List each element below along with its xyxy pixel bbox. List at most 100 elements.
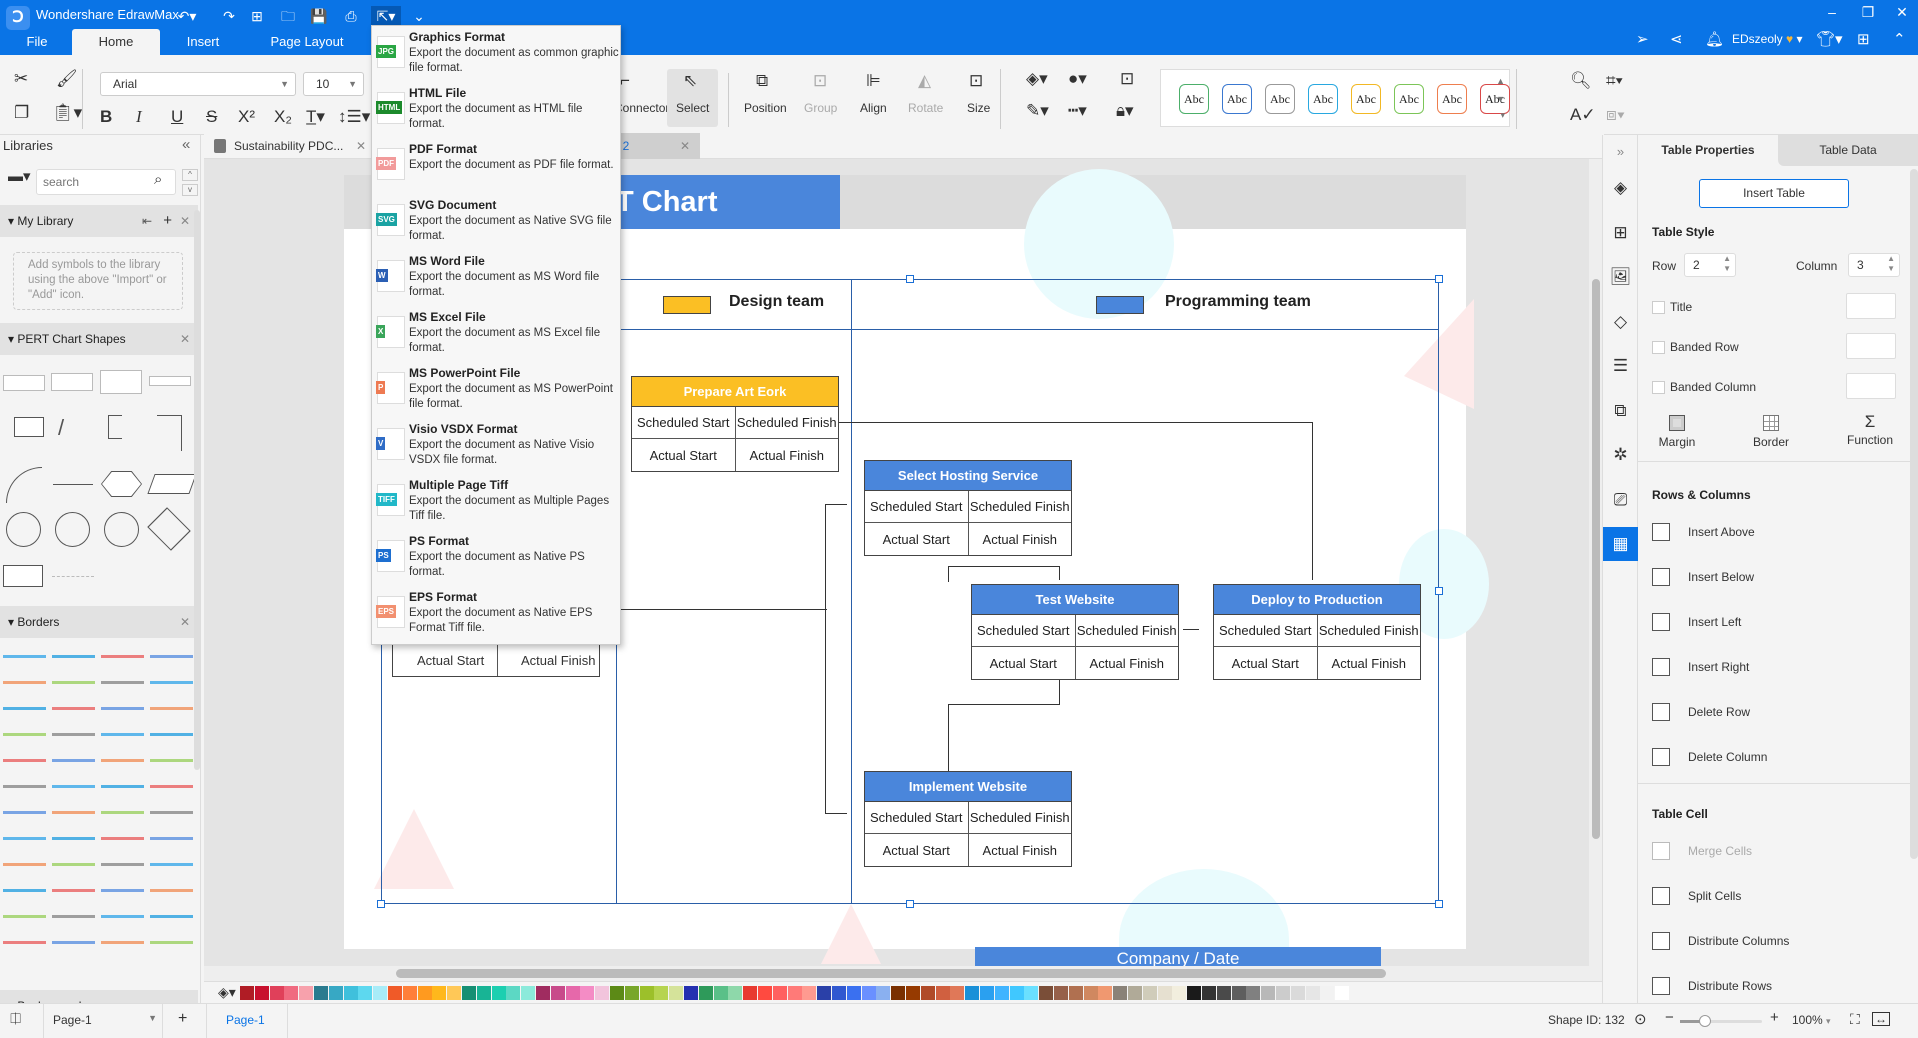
doc-tab-sustainability[interactable]: Sustainability PDC... ✕ [204, 133, 372, 159]
color-swatch[interactable] [1128, 986, 1142, 1000]
banded-column-color-picker[interactable] [1846, 373, 1896, 399]
close-button[interactable]: ✕ [1890, 4, 1914, 24]
border-button[interactable]: Border [1746, 415, 1796, 449]
color-swatch[interactable] [743, 986, 758, 1000]
border-shape[interactable] [52, 889, 95, 892]
tab-table-data[interactable]: Table Data [1778, 135, 1918, 166]
spell-check-icon[interactable]: A✓ [1570, 105, 1596, 125]
scroll-down-icon[interactable]: v [182, 184, 198, 196]
color-swatch[interactable] [506, 986, 521, 1000]
color-swatch[interactable] [240, 986, 254, 1000]
print-icon[interactable]: ⎙ [340, 6, 362, 26]
border-shape[interactable] [52, 941, 95, 944]
paste-icon[interactable]: 📋︎▾ [52, 103, 82, 123]
style-sample-3[interactable]: Abc [1265, 84, 1295, 114]
insert-left-button[interactable]: Insert Left [1652, 611, 1902, 635]
color-swatch[interactable] [728, 986, 743, 1000]
pert-node-deploy[interactable]: Deploy to Production Scheduled Start Sche… [1213, 584, 1421, 680]
border-shape[interactable] [3, 837, 46, 840]
cell-actual-start[interactable]: Actual Start [865, 834, 968, 866]
border-shape[interactable] [101, 759, 144, 762]
presentation-icon[interactable]: ⎚ [1603, 483, 1638, 517]
border-shape[interactable] [52, 655, 95, 658]
border-shape[interactable] [150, 759, 193, 762]
undo-icon[interactable]: ↶▾ [176, 6, 198, 26]
distribute-columns-button[interactable]: Distribute Columns [1652, 930, 1902, 954]
shape-arc[interactable] [6, 467, 42, 503]
align-button[interactable]: Align [860, 101, 887, 115]
distribute-rows-button[interactable]: Distribute Rows [1652, 975, 1902, 999]
shape-diamond[interactable] [147, 507, 191, 551]
export-item-graphics-format[interactable]: JPG Graphics Format Export the document as… [372, 26, 620, 82]
font-size-select[interactable]: 10 ▼ [303, 72, 364, 96]
gallery-up-icon[interactable]: ▲ [1496, 76, 1505, 86]
page-view-icon[interactable]: ⎅ [10, 1010, 21, 1027]
color-swatch[interactable] [550, 986, 565, 1000]
cell-scheduled-start[interactable]: Scheduled Start [972, 615, 1075, 646]
color-swatch[interactable] [1216, 986, 1231, 1000]
shape-rectangle[interactable] [3, 565, 43, 587]
export-item-ms-powerpoint-file[interactable]: P MS PowerPoint File Export the document a… [372, 362, 620, 418]
library-manager-icon[interactable]: ▬▾ [8, 167, 31, 185]
underline-icon[interactable]: U [171, 107, 183, 127]
border-shape[interactable] [3, 707, 46, 710]
cell-scheduled-finish[interactable]: Scheduled Finish [734, 407, 839, 438]
export-item-multiple-page-tiff[interactable]: TIFF Multiple Page Tiff Export the documen… [372, 474, 620, 530]
border-shape[interactable] [52, 681, 95, 684]
connector-icon[interactable]: ⌐ [620, 71, 630, 91]
cell-scheduled-start[interactable]: Scheduled Start [632, 407, 735, 438]
style-sample-7[interactable]: Abc [1437, 84, 1467, 114]
horizontal-scrollbar[interactable] [204, 966, 1589, 981]
border-shape[interactable] [101, 707, 144, 710]
border-shape[interactable] [101, 915, 144, 918]
pert-node-test-website[interactable]: Test Website Scheduled Start Scheduled Fi… [971, 584, 1179, 680]
color-swatch[interactable] [802, 986, 817, 1000]
export-item-ps-format[interactable]: PS PS Format Export the document as Native… [372, 530, 620, 586]
zoom-slider-thumb[interactable] [1698, 1015, 1711, 1027]
subscript-icon[interactable]: X₂ [274, 107, 292, 127]
color-swatch[interactable] [1202, 986, 1216, 1000]
border-shape[interactable] [3, 811, 46, 814]
close-tab-icon[interactable]: ✕ [680, 133, 690, 159]
color-swatch[interactable] [1320, 986, 1335, 1000]
size-icon[interactable]: ⊡ [969, 71, 983, 91]
shape-callout[interactable] [14, 417, 44, 437]
cell-actual-finish[interactable]: Actual Finish [521, 653, 595, 668]
pert-shapes-header[interactable]: ▾ PERT Chart Shapes ✕ [0, 323, 198, 355]
banded-row-checkbox[interactable] [1652, 341, 1665, 354]
open-icon[interactable]: 🗀 [277, 6, 299, 26]
tab-insert[interactable]: Insert [172, 29, 234, 55]
shape-hexagon[interactable] [101, 471, 142, 497]
superscript-icon[interactable]: X² [238, 107, 255, 127]
color-swatch[interactable] [1068, 986, 1083, 1000]
fill-color-icon[interactable]: ◈▾ [1026, 69, 1048, 89]
gallery-down-icon[interactable]: ▼ [1496, 94, 1505, 104]
border-shape[interactable] [101, 837, 144, 840]
find-replace-icon[interactable]: 🔍︎ [1570, 71, 1592, 91]
color-swatch[interactable] [713, 986, 728, 1000]
align-icon[interactable]: ⊫ [866, 71, 881, 91]
color-swatch[interactable] [639, 986, 654, 1000]
search-icon[interactable]: ⌕ [154, 171, 162, 188]
color-swatch[interactable] [388, 986, 402, 1000]
font-family-select[interactable]: Arial ▼ [100, 72, 296, 96]
border-shape[interactable] [101, 889, 144, 892]
color-swatch[interactable] [565, 986, 580, 1000]
shape-corner[interactable] [157, 415, 182, 451]
cell-scheduled-start[interactable]: Scheduled Start [865, 491, 968, 522]
insert-right-button[interactable]: Insert Right [1652, 656, 1902, 680]
color-swatch[interactable] [624, 986, 639, 1000]
color-swatch[interactable] [1157, 986, 1172, 1000]
page-tab-1[interactable]: Page-1 [226, 1013, 265, 1027]
border-shape[interactable] [3, 915, 46, 918]
title-color-picker[interactable] [1846, 293, 1896, 319]
pert-node-select-hosting[interactable]: Select Hosting Service Scheduled Start Sc… [864, 460, 1072, 556]
border-shape[interactable] [150, 681, 193, 684]
color-swatch[interactable] [1142, 986, 1157, 1000]
shape-circle[interactable] [6, 512, 41, 547]
export-item-visio-vsdx-format[interactable]: V Visio VSDX Format Export the document as… [372, 418, 620, 474]
pert-node-prepare-art[interactable]: Prepare Art Eork Scheduled Start Schedule… [631, 376, 839, 472]
border-shape[interactable] [52, 837, 95, 840]
restore-button[interactable]: ❐ [1856, 4, 1880, 24]
style-sample-6[interactable]: Abc [1394, 84, 1424, 114]
